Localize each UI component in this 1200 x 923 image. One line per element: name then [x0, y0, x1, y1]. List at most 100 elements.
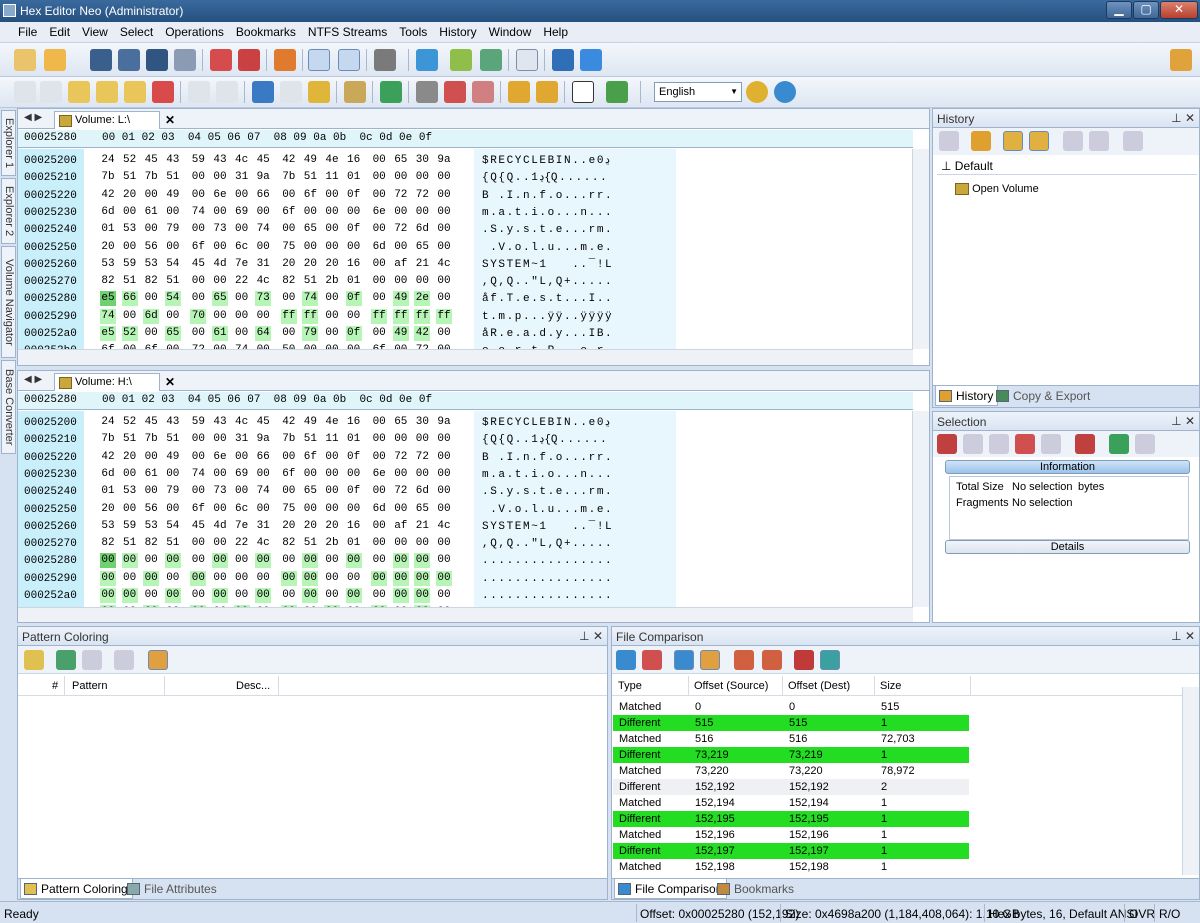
hex-byte[interactable]: 00: [234, 571, 250, 586]
hex-byte[interactable]: 6f: [302, 188, 318, 203]
hex-byte[interactable]: 79: [165, 222, 181, 237]
tab-explorer-2[interactable]: Explorer 2: [1, 178, 16, 244]
hex-byte[interactable]: 20: [122, 450, 138, 465]
hex-byte[interactable]: 73: [212, 222, 228, 237]
hex-byte[interactable]: 61: [143, 205, 159, 220]
hex-byte[interactable]: 74: [255, 484, 271, 499]
hex-byte[interactable]: 00: [212, 432, 228, 447]
hex-byte[interactable]: 00: [121, 588, 138, 603]
hex-byte[interactable]: 7e: [234, 519, 250, 534]
save-icon[interactable]: [90, 49, 112, 71]
hex-byte[interactable]: af: [393, 257, 409, 272]
edit-icon[interactable]: [450, 49, 472, 71]
hex-byte[interactable]: 00: [143, 570, 160, 586]
hex-byte[interactable]: 7b: [281, 432, 297, 447]
hex-byte[interactable]: 6d: [100, 467, 116, 482]
hex-byte[interactable]: 00: [414, 432, 430, 447]
hex-byte[interactable]: 00: [324, 222, 340, 237]
hex-byte[interactable]: 00: [165, 240, 181, 255]
hex-byte[interactable]: 00: [436, 570, 452, 586]
hex-byte[interactable]: 00: [324, 467, 340, 482]
hex-byte[interactable]: 72: [393, 188, 409, 203]
hex-byte[interactable]: 70: [190, 308, 207, 324]
hex-byte[interactable]: 7b: [143, 432, 159, 447]
new-file-icon[interactable]: [14, 49, 36, 71]
hex-byte[interactable]: 00: [212, 205, 228, 220]
hex-byte[interactable]: 00: [122, 205, 138, 220]
comparison-row[interactable]: Different 152,195 152,195 1: [613, 811, 969, 827]
row-text[interactable]: ................: [482, 553, 613, 569]
check-selection-icon[interactable]: [1075, 434, 1095, 454]
hex-byte[interactable]: 56: [143, 240, 159, 255]
hex-byte[interactable]: 53: [122, 484, 138, 499]
tab-file-comparison[interactable]: File Comparison: [614, 879, 728, 899]
vertical-scrollbar[interactable]: [912, 411, 929, 607]
hex-byte[interactable]: 00: [345, 588, 362, 603]
open-icon[interactable]: [44, 49, 66, 71]
history-view-icon[interactable]: [1003, 131, 1023, 151]
hex-byte[interactable]: 00: [190, 536, 206, 551]
hex-byte[interactable]: 00: [234, 309, 250, 324]
hex-byte[interactable]: 00: [436, 291, 452, 306]
hex-byte[interactable]: 4e: [324, 153, 340, 168]
hex-byte[interactable]: 51: [165, 432, 181, 447]
hex-byte[interactable]: 74: [190, 467, 206, 482]
settings-icon[interactable]: [374, 49, 396, 71]
hex-byte[interactable]: 65: [164, 326, 181, 341]
hex-byte[interactable]: ff: [392, 308, 409, 324]
maximize-button[interactable]: ▢: [1133, 1, 1159, 19]
hex-byte[interactable]: 0f: [346, 188, 362, 203]
hex-byte[interactable]: 00: [302, 553, 319, 569]
hex-byte[interactable]: 00: [212, 502, 228, 517]
vertical-scrollbar[interactable]: [1182, 687, 1199, 875]
hex-byte[interactable]: 01: [100, 222, 116, 237]
tab-base-converter[interactable]: Base Converter: [1, 360, 16, 454]
hex-byte[interactable]: 31: [234, 170, 250, 185]
hex-byte[interactable]: 00: [164, 588, 181, 603]
hex-byte[interactable]: 51: [165, 274, 181, 289]
hex-byte[interactable]: 74: [100, 308, 116, 324]
hex-byte[interactable]: 59: [122, 519, 138, 534]
hex-byte[interactable]: 53: [122, 222, 138, 237]
menu-view[interactable]: View: [76, 22, 114, 42]
row-text[interactable]: B .I.n.f.o...rr.: [482, 450, 613, 466]
load-selection-icon[interactable]: [1135, 434, 1155, 454]
hex-byte[interactable]: 00: [255, 502, 271, 517]
hex-byte[interactable]: 00: [122, 502, 138, 517]
encoding-settings-icon[interactable]: [774, 81, 796, 103]
hex-byte[interactable]: 00: [212, 571, 228, 586]
menu-help[interactable]: Help: [537, 22, 574, 42]
hex-byte[interactable]: 65: [414, 240, 430, 255]
hex-byte[interactable]: 00: [393, 536, 409, 551]
hex-byte[interactable]: 00: [281, 588, 297, 603]
hex-byte[interactable]: 00: [143, 553, 159, 568]
tool-icon[interactable]: [416, 81, 438, 103]
hex-byte[interactable]: 00: [393, 467, 409, 482]
hex-byte[interactable]: 31: [255, 257, 271, 272]
hex-byte[interactable]: 21: [414, 519, 430, 534]
hex-byte[interactable]: ff: [371, 308, 388, 324]
pin-close-icon[interactable]: ⊥ ✕: [1171, 414, 1195, 428]
hex-byte[interactable]: 00: [414, 570, 431, 586]
hex-row[interactable]: 00025290 00 00 00 00 00 00 00 00 00 00 00 00 00 00 00 00…: [18, 570, 913, 587]
hex-byte[interactable]: 72: [414, 188, 430, 203]
hex-byte[interactable]: 30: [414, 153, 430, 168]
info-icon[interactable]: [552, 49, 574, 71]
hex-byte[interactable]: 65: [393, 153, 409, 168]
customize-icon[interactable]: [1170, 49, 1192, 71]
hex-byte[interactable]: 6c: [234, 502, 250, 517]
hex-byte[interactable]: 51: [165, 536, 181, 551]
hex-byte[interactable]: 75: [281, 502, 297, 517]
hex-byte[interactable]: 0f: [345, 326, 362, 341]
hex-byte[interactable]: 00: [281, 553, 297, 568]
save-selection-icon[interactable]: [1109, 434, 1129, 454]
hex-byte[interactable]: 00: [371, 553, 387, 568]
hex-byte[interactable]: 65: [414, 502, 430, 517]
row-text[interactable]: t.m.p...ÿÿ..ÿÿÿÿ: [482, 309, 613, 325]
hex-byte[interactable]: 00: [371, 222, 387, 237]
hex-byte[interactable]: 49: [302, 415, 318, 430]
hex-byte[interactable]: 6d: [100, 205, 116, 220]
hex-byte[interactable]: 00: [324, 205, 340, 220]
hex-byte[interactable]: 53: [100, 257, 116, 272]
refresh-icon[interactable]: [274, 49, 296, 71]
